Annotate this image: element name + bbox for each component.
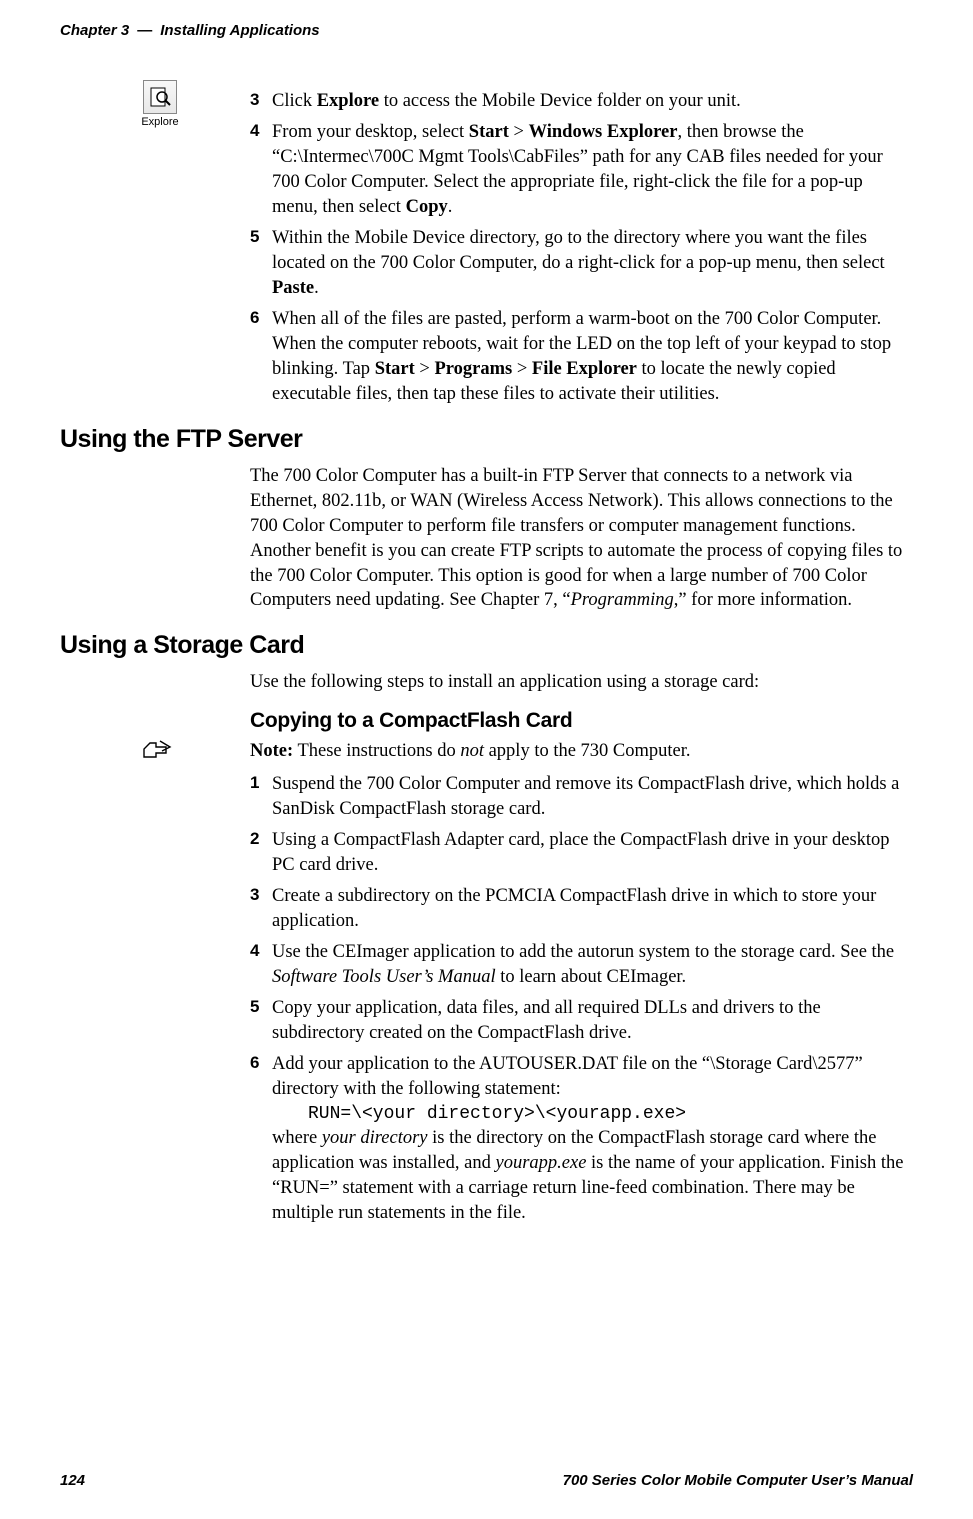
step-number: 6 [250,307,259,330]
chapter-title: Installing Applications [160,22,319,39]
step-text: Use the CEImager application to add the … [272,942,894,987]
magnifier-over-page-icon [143,80,177,114]
header-dash: — [137,22,152,39]
cf-step-3: 3 Create a subdirectory on the PCMCIA Co… [250,884,913,934]
manual-title: 700 Series Color Mobile Computer User’s … [563,1472,913,1489]
step-number: 4 [250,940,259,963]
step-3: 3 Click Explore to access the Mobile Dev… [250,89,913,114]
step-number: 6 [250,1052,259,1075]
heading-copying-cf: Copying to a CompactFlash Card [250,709,913,733]
explore-icon-label: Explore [140,116,180,128]
explore-shortcut-icon: Explore [140,80,180,128]
step-number: 3 [250,89,259,112]
step-text: Click Explore to access the Mobile Devic… [272,91,741,111]
step-text: Within the Mobile Device directory, go t… [272,228,885,298]
step-text: Create a subdirectory on the PCMCIA Comp… [272,886,876,931]
cf-step-1: 1 Suspend the 700 Color Computer and rem… [250,772,913,822]
cf-steps-list: 1 Suspend the 700 Color Computer and rem… [250,772,913,1226]
note-hand-icon [140,737,174,765]
run-statement-code: RUN=\<your directory>\<yourapp.exe> [308,1102,913,1126]
step-5: 5 Within the Mobile Device directory, go… [250,226,913,301]
storage-intro: Use the following steps to install an ap… [250,670,913,695]
cf-step-6: 6 Add your application to the AUTOUSER.D… [250,1052,913,1226]
step-text: Using a CompactFlash Adapter card, place… [272,830,890,875]
step-number: 5 [250,996,259,1019]
running-footer: 124 700 Series Color Mobile Computer Use… [60,1472,913,1489]
chapter-label: Chapter 3 [60,22,129,39]
heading-storage-card: Using a Storage Card [60,631,913,660]
note-line: Note: These instructions do not apply to… [250,739,913,764]
step-number: 2 [250,828,259,851]
running-header: Chapter 3 — Installing Applications [60,22,913,39]
step-text: Add your application to the AUTOUSER.DAT… [272,1054,913,1223]
cf-step-5: 5 Copy your application, data files, and… [250,996,913,1046]
step-6: 6 When all of the files are pasted, perf… [250,307,913,407]
page-number: 124 [60,1472,85,1489]
step-text: When all of the files are pasted, perfor… [272,309,891,404]
step-number: 3 [250,884,259,907]
cf-step-2: 2 Using a CompactFlash Adapter card, pla… [250,828,913,878]
step-text: Suspend the 700 Color Computer and remov… [272,774,899,819]
step-number: 5 [250,226,259,249]
step-4: 4 From your desktop, select Start > Wind… [250,120,913,220]
cf-step-4: 4 Use the CEImager application to add th… [250,940,913,990]
step-text: From your desktop, select Start > Window… [272,122,883,217]
top-steps-list: 3 Click Explore to access the Mobile Dev… [250,89,913,407]
step-text: Copy your application, data files, and a… [272,998,821,1043]
step-number: 4 [250,120,259,143]
step-number: 1 [250,772,259,795]
heading-ftp-server: Using the FTP Server [60,425,913,454]
ftp-paragraph: The 700 Color Computer has a built-in FT… [250,464,913,614]
